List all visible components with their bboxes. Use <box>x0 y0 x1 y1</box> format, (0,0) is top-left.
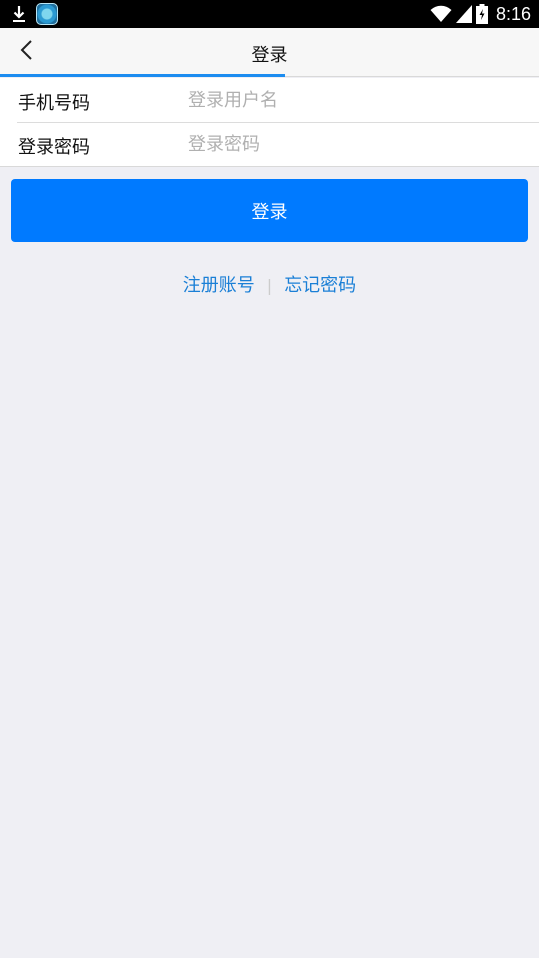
app-icon <box>36 3 58 25</box>
phone-row: 手机号码 <box>0 78 539 122</box>
login-form: 手机号码 登录密码 <box>0 78 539 167</box>
status-right: 8:16 <box>430 3 531 25</box>
wifi-icon <box>430 5 452 23</box>
status-bar: 8:16 <box>0 0 539 28</box>
password-row: 登录密码 <box>0 122 539 166</box>
register-link[interactable]: 注册账号 <box>183 275 255 296</box>
link-separator: | <box>266 276 273 295</box>
navigation-bar: 登录 <box>0 28 539 77</box>
loading-progress-bar <box>0 74 285 77</box>
download-icon <box>10 3 28 25</box>
password-label: 登录密码 <box>18 137 90 158</box>
status-left <box>10 3 58 25</box>
battery-icon <box>475 4 488 24</box>
forgot-password-link[interactable]: 忘记密码 <box>284 275 356 296</box>
phone-input[interactable] <box>188 84 518 116</box>
status-time: 8:16 <box>495 3 531 24</box>
password-input[interactable] <box>188 128 518 160</box>
page-title: 登录 <box>251 45 288 66</box>
login-button[interactable]: 登录 <box>11 179 528 242</box>
phone-label: 手机号码 <box>18 93 90 114</box>
account-links: 注册账号 | 忘记密码 <box>0 271 539 297</box>
signal-icon <box>455 5 472 23</box>
